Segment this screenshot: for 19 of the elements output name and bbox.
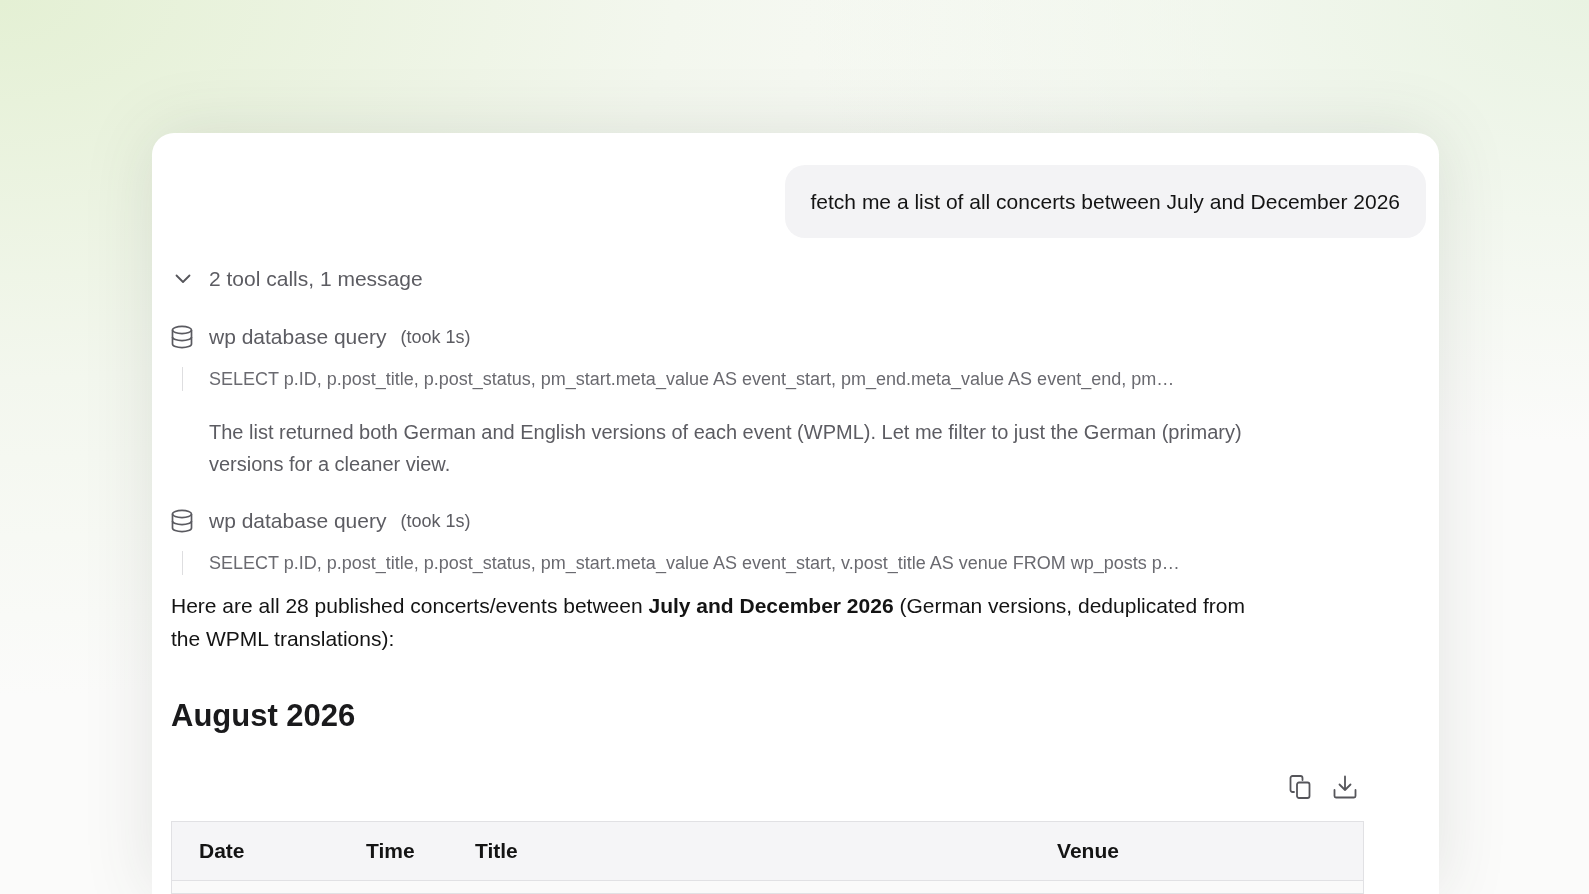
answer-text: Here are all 28 published concerts/events between July and December 2026 (German versions, deduplicated from the WPML translations): xyxy=(171,593,1246,652)
section-heading: August 2026 xyxy=(171,697,356,735)
assistant-note: The list returned both German and English versions of each event (WPML). Let me filter to just the German (primary) versions for a cleaner view. xyxy=(209,420,1243,477)
column-header: Time xyxy=(365,838,416,864)
download-icon xyxy=(1333,775,1357,799)
copy-icon xyxy=(1289,775,1311,799)
tool-duration: (took 1s) xyxy=(400,326,471,349)
column-header: Title xyxy=(474,838,519,864)
tool-duration: (took 1s) xyxy=(400,510,471,533)
tool-name: wp database query xyxy=(209,508,387,534)
tool-calls-toggle[interactable]: 2 tool calls, 1 message xyxy=(171,265,423,293)
database-icon xyxy=(171,325,193,349)
query-text: SELECT p.ID, p.post_title, p.post_status, pm_start.meta_value AS event_start, v.post_title AS venue FROM wp_posts p… xyxy=(209,552,1180,575)
column-header: Date xyxy=(198,838,246,864)
column-header: Venue xyxy=(1056,838,1120,864)
database-icon xyxy=(171,509,193,533)
tool-name: wp database query xyxy=(209,324,387,350)
user-message-bubble: fetch me a list of all concerts between July and December 2026 xyxy=(784,165,1426,238)
query-text: SELECT p.ID, p.post_title, p.post_status, pm_start.meta_value AS event_start, pm_end.meta_value AS event_end, pm… xyxy=(209,368,1175,391)
